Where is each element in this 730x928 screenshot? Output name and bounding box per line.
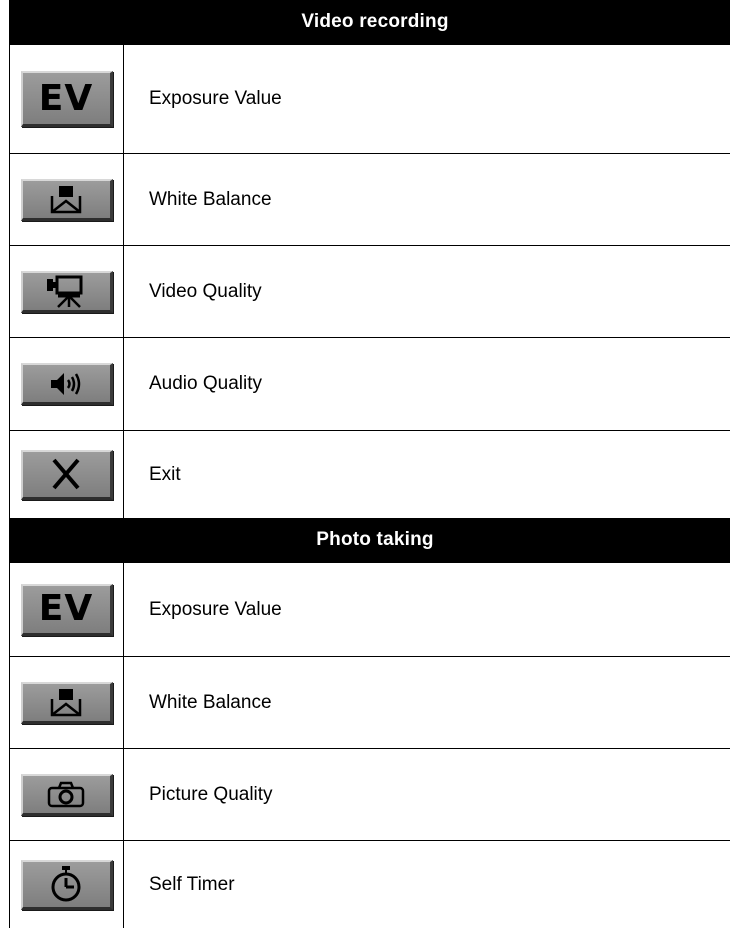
icon-cell: EV [10, 45, 124, 153]
table-row: EV Exposure Value [10, 563, 730, 657]
icon-cell [10, 154, 124, 245]
row-label: Exposure Value [149, 88, 282, 109]
table-row: Audio Quality [10, 338, 730, 431]
ev-icon: EV [20, 71, 113, 127]
table-row: Exit [10, 431, 730, 518]
timer-icon [20, 859, 113, 910]
row-label: Self Timer [149, 873, 235, 895]
table-row: White Balance [10, 154, 730, 246]
icon-cell [10, 338, 124, 430]
close-icon [20, 449, 113, 500]
table-row: Video Quality [10, 246, 730, 338]
row-label: White Balance [149, 691, 272, 713]
icon-cell [10, 657, 124, 748]
section-title: Video recording [301, 11, 449, 32]
white-balance-icon [20, 681, 113, 724]
icon-cell [10, 841, 124, 928]
section-title: Photo taking [316, 529, 434, 550]
table-row: EV Exposure Value [10, 45, 730, 154]
row-label: White Balance [149, 188, 272, 210]
camera-icon [20, 773, 113, 816]
row-label: Audio Quality [149, 373, 263, 394]
icon-cell: EV [10, 563, 124, 656]
section-header-photo: Photo taking [10, 518, 730, 563]
icon-cell [10, 431, 124, 518]
row-label: Exit [149, 463, 181, 485]
icon-table: Video recording EV Exposure Value White … [9, 0, 730, 928]
video-camera-icon [20, 270, 113, 313]
speaker-icon [20, 363, 113, 405]
row-label: Video Quality [149, 280, 262, 302]
table-row: White Balance [10, 657, 730, 749]
section-header-video: Video recording [10, 0, 730, 45]
row-label: Exposure Value [149, 598, 282, 620]
ev-icon: EV [20, 583, 113, 636]
white-balance-icon [20, 178, 113, 221]
icon-cell [10, 246, 124, 337]
row-label: Picture Quality [149, 783, 273, 805]
table-row: Picture Quality [10, 749, 730, 841]
table-row: Self Timer [10, 841, 730, 928]
icon-cell [10, 749, 124, 840]
